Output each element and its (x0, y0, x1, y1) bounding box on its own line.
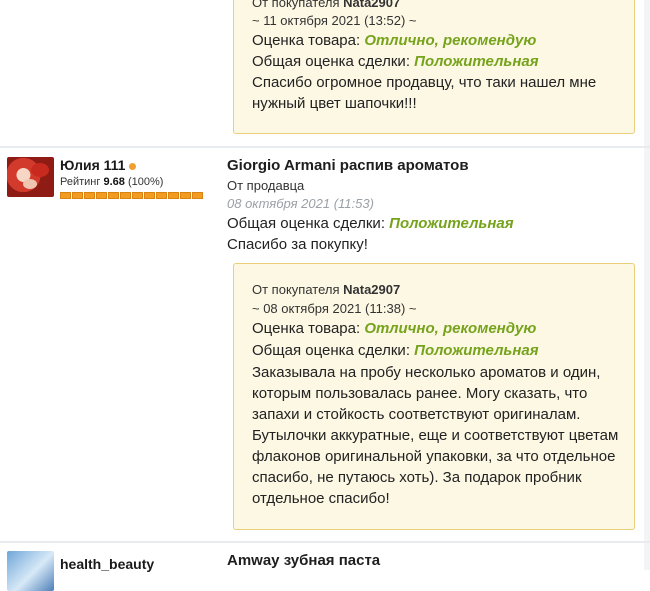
review-from: От продавца (227, 178, 305, 193)
quote-text-line: Бутылочки аккуратные, еще и соответствую… (252, 427, 619, 444)
product-rating: Оценка товара: Отлично, рекомендую (252, 32, 537, 49)
review-text: Спасибо за покупку! (227, 236, 368, 253)
quote-from: От покупателя Nata2907 (252, 282, 401, 297)
reviewer-username[interactable]: Юлия 111 (60, 157, 137, 173)
quote-text-line: которым пользовалась ранее. Могу сказать… (252, 385, 588, 402)
buyer-feedback-quote: От покупателя Nata2907 ~ 08 октября 2021… (233, 263, 635, 530)
quote-text-line: отдельное спасибо! (252, 490, 390, 507)
quote-text-line: флаконов оригинальной упаковки, за что о… (252, 448, 616, 465)
reviewer-rating: Рейтинг 9.68 (100%) (60, 176, 164, 188)
deal-rating-value: Положительная (414, 342, 539, 359)
review-item-title[interactable]: Amway зубная паста (227, 552, 380, 569)
review-date: 08 октября 2021 (11:53) (227, 196, 374, 211)
rating-bar (60, 192, 203, 199)
divider (0, 146, 650, 148)
deal-rating-value: Положительная (414, 53, 539, 70)
scrollbar-track[interactable] (644, 0, 650, 570)
deal-rating: Общая оценка сделки: Положительная (252, 342, 539, 359)
quote-text-line: Заказывала на пробу несколько ароматов и… (252, 364, 601, 381)
product-rating-value: Отлично, рекомендую (364, 320, 537, 337)
quote-text-line: спасибо, не путаюсь хоть). За подарок пр… (252, 469, 582, 486)
quote-text-line: нужный цвет шапочки!!! (252, 95, 417, 112)
quote-date: ~ 08 октября 2021 (11:38) ~ (252, 301, 417, 316)
deal-rating: Общая оценка сделки: Положительная (252, 53, 539, 70)
buyer-username[interactable]: Nata2907 (343, 0, 400, 10)
divider (0, 541, 650, 543)
online-status-icon (129, 162, 137, 170)
avatar[interactable] (7, 551, 54, 591)
quote-date: ~ 11 октября 2021 (13:52) ~ (252, 13, 417, 28)
deal-rating-value: Положительная (389, 215, 514, 232)
product-rating-value: Отлично, рекомендую (364, 32, 537, 49)
quote-text-line: запахи и стойкость соответствуют оригина… (252, 406, 581, 423)
deal-rating: Общая оценка сделки: Положительная (227, 215, 514, 232)
product-rating: Оценка товара: Отлично, рекомендую (252, 320, 537, 337)
buyer-username[interactable]: Nata2907 (343, 282, 400, 297)
quote-from: От покупателя Nata2907 (252, 0, 400, 10)
avatar[interactable] (7, 157, 54, 197)
buyer-feedback-quote: От покупателя Nata2907 ~ 11 октября 2021… (233, 0, 635, 134)
review-item-title[interactable]: Giorgio Armani распив ароматов (227, 157, 469, 174)
quote-text-line: Спасибо огромное продавцу, что таки наше… (252, 74, 597, 91)
